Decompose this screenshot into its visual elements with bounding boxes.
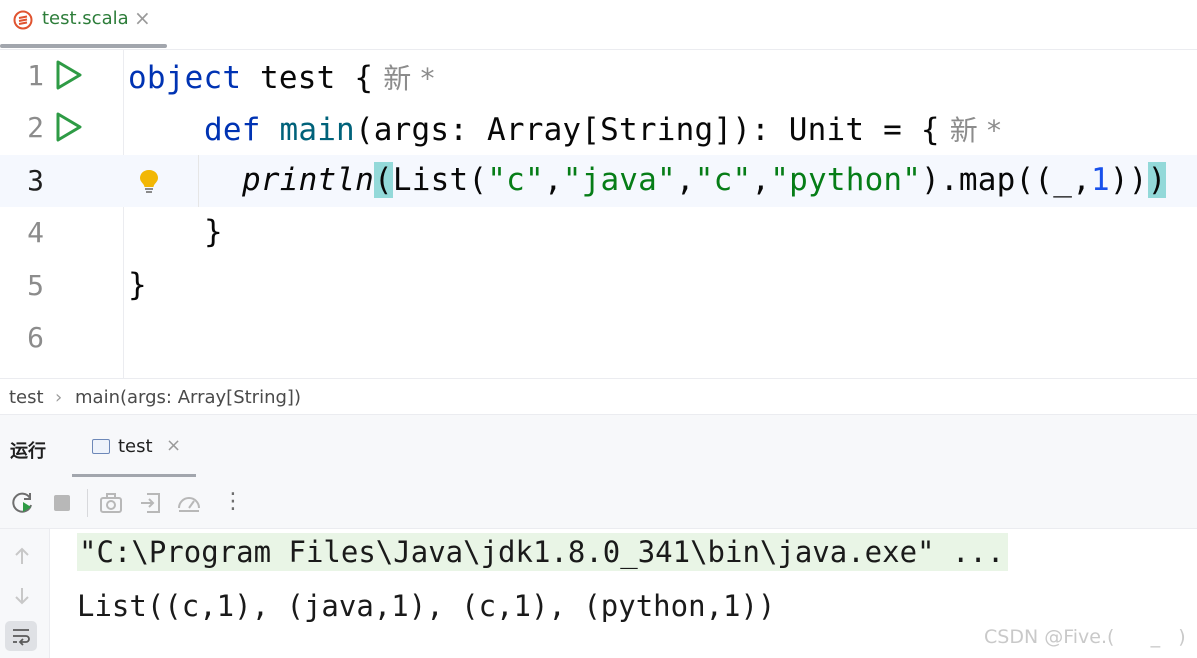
active-tab-indicator (0, 44, 167, 48)
console-command-line: "C:\Program Files\Java\jdk1.8.0_341\bin\… (77, 533, 1009, 571)
soft-wrap-button[interactable] (5, 621, 37, 651)
soft-wrap-icon (13, 629, 30, 646)
code-text: def main(args: Array[String]): Unit = {新… (204, 112, 1002, 148)
line-number: 5 (27, 269, 44, 302)
camera-icon[interactable] (98, 490, 124, 516)
indent-guide (198, 155, 199, 207)
import-icon[interactable] (138, 490, 164, 516)
code-line-3[interactable]: 3 println(List("c","java","c","python").… (0, 155, 1197, 207)
matched-paren: ) (1147, 162, 1167, 198)
inlay-hint: 新 * (949, 114, 1002, 147)
run-gutter-icon[interactable] (52, 111, 84, 143)
breadcrumb-item-main[interactable]: main(args: Array[String]) (75, 387, 301, 408)
code-text: println(List("c","java","c","python").ma… (242, 162, 1167, 198)
code-text: object test {新 * (128, 60, 435, 96)
line-number: 6 (27, 321, 44, 354)
line-number: 2 (27, 111, 44, 144)
code-line-4[interactable]: 4 } (0, 207, 1197, 259)
watermark: CSDN @Five.( _ ) (984, 626, 1186, 648)
editor-tab-bar: test.scala × (0, 0, 1197, 50)
file-tab-label: test.scala (42, 8, 129, 29)
breadcrumb: test › main(args: Array[String]) (0, 378, 1197, 415)
run-tab-test[interactable]: test × (72, 415, 196, 477)
stop-icon[interactable] (49, 490, 75, 516)
code-line-2[interactable]: 2 def main(args: Array[String]): Unit = … (0, 102, 1197, 154)
console-output-line: List((c,1), (java,1), (c,1), (python,1)) (77, 589, 776, 623)
run-tab-label: test (118, 436, 153, 457)
run-toolbar: ⋮ (0, 477, 1197, 529)
more-options-icon[interactable]: ⋮ (222, 489, 244, 514)
code-line-1[interactable]: 1 object test {新 * (0, 50, 1197, 102)
console-gutter (0, 529, 50, 658)
inlay-hint: 新 * (383, 62, 435, 95)
console-tab-icon (92, 439, 110, 454)
close-run-tab-icon[interactable]: × (166, 435, 181, 456)
profiler-icon[interactable] (176, 490, 202, 516)
code-editor[interactable]: 1 object test {新 * 2 def main(args: Arra… (0, 50, 1197, 378)
line-number: 3 (27, 164, 44, 197)
code-text: } (128, 267, 147, 303)
lightbulb-icon[interactable] (138, 168, 160, 194)
toolbar-separator (87, 489, 88, 517)
scala-file-icon (13, 10, 33, 30)
code-line-5[interactable]: 5 } (0, 260, 1197, 312)
arrow-up-icon[interactable] (11, 545, 33, 567)
close-tab-icon[interactable]: × (134, 6, 151, 30)
code-line-6[interactable]: 6 (0, 312, 1197, 364)
matched-paren: ( (374, 162, 393, 198)
file-tab-test-scala[interactable]: test.scala × (0, 0, 167, 50)
breadcrumb-separator: › (55, 387, 63, 408)
code-text: } (204, 214, 223, 250)
arrow-down-icon[interactable] (11, 585, 33, 607)
breadcrumb-item-test[interactable]: test (9, 387, 44, 408)
run-tool-window-title: 运行 (10, 441, 46, 462)
rerun-icon[interactable] (10, 490, 36, 516)
line-number: 1 (27, 59, 44, 92)
run-gutter-icon[interactable] (52, 59, 84, 91)
run-tool-window-header: 运行 test × (0, 415, 1197, 477)
line-number: 4 (27, 216, 44, 249)
